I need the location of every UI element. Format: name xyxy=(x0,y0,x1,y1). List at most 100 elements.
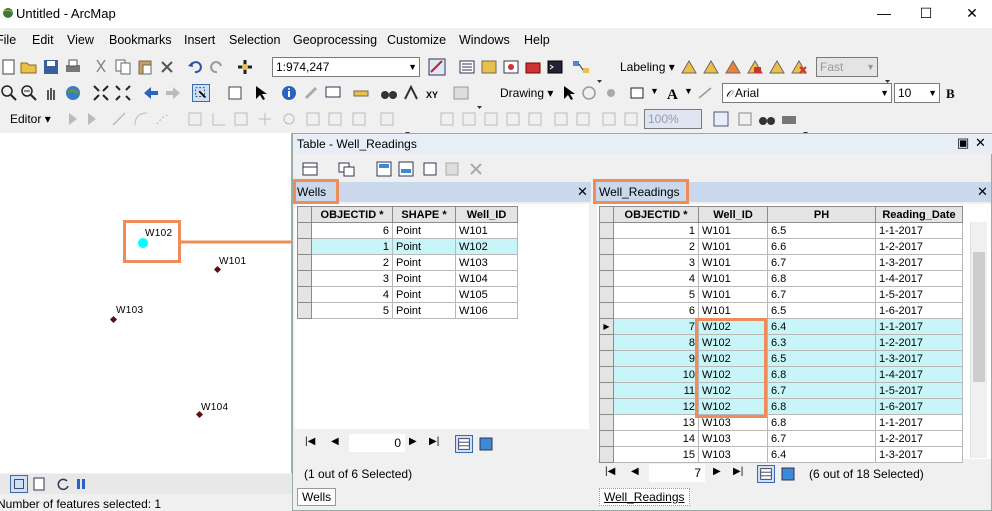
editor-menu[interactable]: Editor ▾ xyxy=(10,112,51,126)
table-cell[interactable]: W104 xyxy=(455,270,518,287)
table-cell[interactable]: W103 xyxy=(455,254,518,271)
table-cell[interactable]: W101 xyxy=(698,222,768,239)
table-row[interactable]: 3 W101 6.7 1-3-2017 xyxy=(599,254,963,271)
edit-annotation-icon[interactable] xyxy=(84,110,102,128)
zoom-out-icon[interactable] xyxy=(20,84,38,102)
table-row[interactable]: 11 W102 6.7 1-5-2017 xyxy=(599,382,963,399)
table-cell[interactable]: 1 xyxy=(311,238,393,255)
table-row[interactable]: ▶ 7 W102 6.4 1-1-2017 xyxy=(599,318,963,335)
table-cell[interactable]: W102 xyxy=(455,238,518,255)
layout-page-icon[interactable] xyxy=(736,110,754,128)
search-window-icon[interactable] xyxy=(502,58,520,76)
first-record-icon[interactable]: |◀ xyxy=(305,436,315,447)
georef-icon-1[interactable] xyxy=(438,110,456,128)
rotate-edit-icon[interactable] xyxy=(280,110,298,128)
label-quality-combo[interactable]: Fast ▼ xyxy=(816,57,878,77)
tab-well-readings[interactable]: Well_Readings xyxy=(599,488,690,506)
rectangle-icon[interactable] xyxy=(628,84,646,102)
menu-windows[interactable]: Windows xyxy=(459,33,510,47)
table-cell[interactable]: 6.4 xyxy=(767,446,876,463)
readings-vertical-scrollbar[interactable] xyxy=(970,222,987,458)
fixed-zoom-in-icon[interactable] xyxy=(92,84,110,102)
table-cell[interactable]: 9 xyxy=(613,350,699,367)
zoom-percent-combo[interactable]: 100% xyxy=(644,109,702,129)
column-header[interactable]: Reading_Date xyxy=(875,206,963,223)
previous-record-icon[interactable]: ◀ xyxy=(631,466,639,477)
table-cell[interactable]: 3 xyxy=(311,270,393,287)
table-cell[interactable]: W101 xyxy=(698,286,768,303)
measure-icon[interactable] xyxy=(352,84,370,102)
row-selector[interactable] xyxy=(599,334,614,351)
label-priority-icon[interactable] xyxy=(702,58,720,76)
table-options-icon[interactable] xyxy=(301,160,319,178)
georef-icon-7[interactable] xyxy=(574,110,592,128)
zoom-to-selected-icon[interactable] xyxy=(602,84,620,102)
wells-record-field[interactable]: 0 xyxy=(349,434,405,452)
table-row[interactable]: 5 Point W106 xyxy=(297,302,518,319)
table-cell[interactable]: 6.4 xyxy=(767,318,876,335)
row-selector[interactable] xyxy=(599,270,614,287)
find-route-icon[interactable] xyxy=(402,84,420,102)
select-elements-icon[interactable] xyxy=(252,84,270,102)
table-cell[interactable]: Point xyxy=(392,270,456,287)
hyperlink-icon[interactable] xyxy=(302,84,320,102)
readings-record-field[interactable]: 7 xyxy=(649,464,705,482)
table-row[interactable]: 14 W103 6.7 1-2-2017 xyxy=(599,430,963,447)
rotate-icon[interactable] xyxy=(580,84,598,102)
forward-extent-icon[interactable] xyxy=(164,84,182,102)
table-row[interactable]: 4 W101 6.8 1-4-2017 xyxy=(599,270,963,287)
table-cell[interactable]: 6.8 xyxy=(767,270,876,287)
row-selector[interactable] xyxy=(599,398,614,415)
map-display[interactable]: W102 W101 W103 W104 xyxy=(0,133,292,473)
label-weight-icon[interactable] xyxy=(724,58,742,76)
cut-icon[interactable] xyxy=(92,58,110,76)
menu-insert[interactable]: Insert xyxy=(184,33,215,47)
table-cell[interactable]: 6.5 xyxy=(767,222,876,239)
identify-icon[interactable] xyxy=(280,84,298,102)
table-row[interactable]: 15 W103 6.4 1-3-2017 xyxy=(599,446,963,463)
table-cell[interactable]: 1-4-2017 xyxy=(875,366,963,383)
layout-icon-2[interactable] xyxy=(622,110,640,128)
new-text-icon[interactable]: A xyxy=(664,84,682,102)
georef-icon-3[interactable] xyxy=(482,110,500,128)
bold-button[interactable]: B xyxy=(946,86,955,102)
tab-wells[interactable]: Wells xyxy=(297,488,337,506)
table-cell[interactable]: 10 xyxy=(613,366,699,383)
table-row[interactable]: 4 Point W105 xyxy=(297,286,518,303)
table-cell[interactable]: 6.7 xyxy=(767,254,876,271)
layout-view-icon[interactable] xyxy=(30,475,48,493)
table-cell[interactable]: Point xyxy=(392,222,456,239)
menu-help[interactable]: Help xyxy=(524,33,550,47)
layout-binoculars-icon[interactable] xyxy=(758,110,776,128)
table-cell[interactable]: 1-6-2017 xyxy=(875,398,963,415)
georef-icon-5[interactable] xyxy=(526,110,544,128)
table-cell[interactable]: 1-1-2017 xyxy=(875,318,963,335)
table-cell[interactable]: W101 xyxy=(698,302,768,319)
selected-well-point[interactable] xyxy=(138,238,148,248)
minimize-button[interactable]: — xyxy=(864,2,904,24)
table-row[interactable]: 12 W102 6.8 1-6-2017 xyxy=(599,398,963,415)
layout-icon-1[interactable] xyxy=(600,110,618,128)
table-cell[interactable]: W101 xyxy=(698,254,768,271)
first-record-icon[interactable]: |◀ xyxy=(605,466,615,477)
restore-icon[interactable]: ▣ xyxy=(957,135,969,151)
row-selector[interactable] xyxy=(599,382,614,399)
row-selector[interactable] xyxy=(599,414,614,431)
menu-geoprocessing[interactable]: Geoprocessing xyxy=(293,33,377,47)
layout-zoom-icon[interactable] xyxy=(712,110,730,128)
table-cell[interactable]: 6.5 xyxy=(767,350,876,367)
maximize-button[interactable]: ☐ xyxy=(906,2,946,24)
map-scale-combo[interactable]: 1:974,247 ▼ xyxy=(272,57,420,77)
table-row[interactable]: 6 W101 6.5 1-6-2017 xyxy=(599,302,963,319)
lock-labels-icon[interactable] xyxy=(746,58,764,76)
well-point[interactable] xyxy=(109,315,118,324)
table-row[interactable]: 6 Point W101 xyxy=(297,222,518,239)
table-cell[interactable]: 6.8 xyxy=(767,414,876,431)
python-window-icon[interactable] xyxy=(546,58,564,76)
table-cell[interactable]: 1-3-2017 xyxy=(875,446,963,463)
next-record-icon[interactable]: ▶ xyxy=(409,436,417,447)
table-cell[interactable]: Point xyxy=(392,254,456,271)
zoom-in-icon[interactable] xyxy=(0,84,18,102)
row-selector[interactable] xyxy=(599,446,614,463)
menu-selection[interactable]: Selection xyxy=(229,33,280,47)
